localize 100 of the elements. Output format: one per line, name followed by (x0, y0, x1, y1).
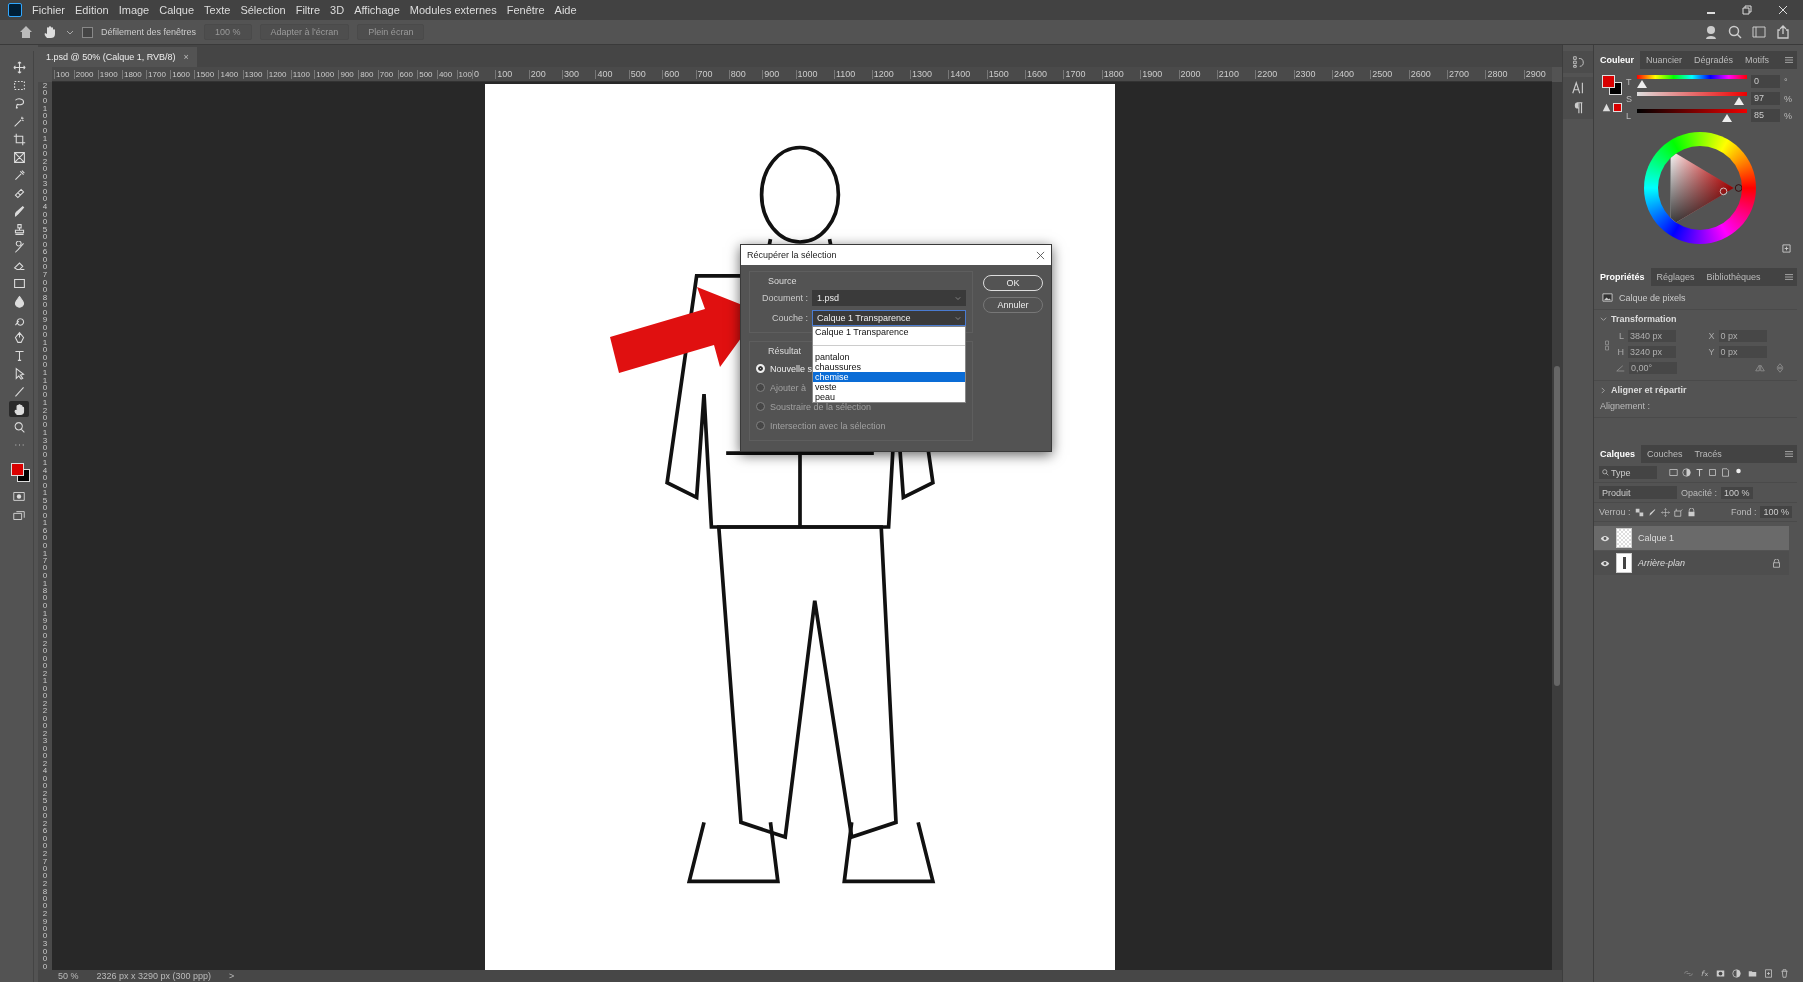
ruler-label: 1200 (42, 399, 48, 429)
ruler-label: 700 (42, 271, 48, 294)
ruler-label: 1600 (42, 519, 48, 550)
ruler-label: 1300 (42, 429, 48, 459)
ruler-label: 100 (42, 104, 48, 127)
field-label: Y (1707, 347, 1715, 357)
panel-tab[interactable]: Bibliothèques (1700, 268, 1767, 286)
panel-tab[interactable]: Calques (1594, 445, 1641, 463)
layer-name: Calque 1 (1638, 533, 1675, 543)
layer-select[interactable]: Calque 1 Transparence (812, 310, 966, 326)
menu-item[interactable]: Calque (159, 4, 195, 16)
ruler-label: 1700 (1063, 69, 1086, 79)
ruler-label: 800 (42, 293, 48, 316)
zoom-level: 50 % (58, 971, 79, 981)
ruler-label: 1600 (1025, 69, 1048, 79)
dialog-title: Récupérer la sélection (747, 250, 837, 260)
ruler-label: 2800 (1485, 69, 1508, 79)
section-header[interactable]: Transformation (1600, 314, 1791, 324)
ruler-label: 200 (42, 157, 48, 181)
ruler-label: 1900 (1140, 69, 1163, 79)
opacity-label: Opacité : (1681, 487, 1718, 498)
input-field[interactable]: 0 px (1718, 346, 1767, 358)
ruler-label: 1100 (42, 369, 48, 399)
menu-item[interactable]: Edition (75, 4, 109, 16)
input-field[interactable]: 0 px (1718, 330, 1767, 342)
field-label: Document : (760, 293, 808, 303)
status-menu-arrow[interactable]: > (229, 971, 235, 981)
ruler-label: 1200 (871, 69, 894, 79)
value-field[interactable]: 85 (1751, 109, 1780, 122)
menu-item[interactable]: Aide (554, 4, 577, 16)
opacity-field[interactable]: 100 % (1721, 486, 1753, 499)
close-tab-button[interactable]: × (183, 52, 189, 62)
ruler-label: 2900 (1523, 69, 1546, 79)
ruler-label: 400 (42, 203, 48, 226)
menu-item[interactable]: Texte (204, 4, 231, 16)
ruler-label: 1000 (42, 339, 48, 369)
menu-item[interactable]: Modules externes (409, 4, 497, 16)
fill-label: Fond : (1730, 507, 1757, 517)
layer-type-label: Calque de pixels (1619, 292, 1686, 303)
cancel-button[interactable]: Annuler (983, 297, 1043, 313)
ruler-label: 1400 (948, 69, 971, 79)
panel-tab[interactable]: Couches (1641, 445, 1689, 463)
menu-item[interactable]: Sélection (240, 4, 286, 16)
dropdown-option[interactable]: veste (813, 382, 965, 392)
checkbox-label: Défilement des fenêtres (101, 27, 197, 37)
blend-mode-dropdown[interactable]: Produit (1599, 486, 1677, 499)
filter-dropdown[interactable]: Type (1599, 466, 1657, 479)
ruler-label: 400 (436, 69, 453, 79)
dropdown-option[interactable]: chemise (813, 372, 965, 382)
slider-label: S (1626, 93, 1633, 104)
ruler-label: 1100 (290, 69, 310, 79)
document-select[interactable]: 1.psd (812, 290, 966, 306)
menu-item[interactable]: Image (118, 4, 150, 16)
ruler-label: 1700 (146, 69, 166, 79)
radio-label: Nouvelle s (770, 363, 813, 374)
ruler-label: 2300 (42, 729, 48, 760)
panel-tab[interactable]: Tracés (1688, 445, 1728, 463)
ruler-label: 200 (528, 69, 546, 79)
layer-row[interactable]: Calque 1 (1594, 526, 1789, 550)
ruler-label: 600 (397, 69, 413, 79)
value-field[interactable]: 0 (1751, 75, 1780, 88)
ruler-label: 500 (417, 69, 433, 79)
menu-item[interactable]: 3D (330, 4, 345, 16)
dropdown-option[interactable]: pantalon (813, 352, 965, 362)
dropdown-option[interactable]: peau (813, 392, 965, 402)
menu-item[interactable]: Fenêtre (506, 4, 545, 16)
section-header[interactable]: Aligner et répartir (1600, 385, 1791, 395)
layer-row[interactable]: Arrière-plan (1594, 551, 1789, 575)
unit-label: ° (1784, 76, 1789, 87)
ruler-label: 100 (495, 69, 513, 79)
ok-button[interactable]: OK (983, 275, 1043, 291)
input-field[interactable]: 3240 px (1628, 346, 1676, 358)
document-tab[interactable]: 1.psd @ 50% (Calque 1, RVB/8) × (38, 47, 197, 67)
menu-item[interactable]: Fichier (32, 4, 65, 16)
panel-tab[interactable]: Réglages (1650, 268, 1701, 286)
ruler-label: 700 (695, 69, 713, 79)
ruler-label: 2200 (1255, 69, 1278, 79)
input-field[interactable]: 3840 px (1628, 330, 1676, 342)
input-field[interactable]: 0,00° (1629, 362, 1677, 374)
ruler-label: 1400 (218, 69, 239, 79)
panel-tab[interactable]: Dégradés (1688, 51, 1740, 69)
ruler-label: 1700 (42, 549, 48, 580)
dropdown-option[interactable]: Calque 1 Transparence (813, 327, 965, 337)
value-field[interactable]: 97 (1751, 92, 1780, 105)
fill-field[interactable]: 100 % (1760, 506, 1792, 518)
panel-tab[interactable]: Propriétés (1594, 268, 1651, 286)
panel-tab[interactable]: Couleur (1594, 51, 1640, 69)
unit-label: % (1784, 93, 1793, 104)
menu-item[interactable]: Affichage (354, 4, 400, 16)
ruler-label: 1300 (242, 69, 263, 79)
ruler-label: 2100 (42, 669, 48, 700)
ruler-label: 2500 (42, 790, 48, 820)
menu-item[interactable]: Filtre (295, 4, 321, 16)
dropdown-option[interactable]: chaussures (813, 362, 965, 372)
panel-tab[interactable]: Motifs (1739, 51, 1776, 69)
slider-label: L (1626, 110, 1632, 121)
ruler-label: 2000 (42, 639, 48, 670)
panel-tab[interactable]: Nuancier (1640, 51, 1689, 69)
ruler-label: 2000 (1178, 69, 1201, 79)
ruler-label: 1000 (795, 69, 818, 79)
